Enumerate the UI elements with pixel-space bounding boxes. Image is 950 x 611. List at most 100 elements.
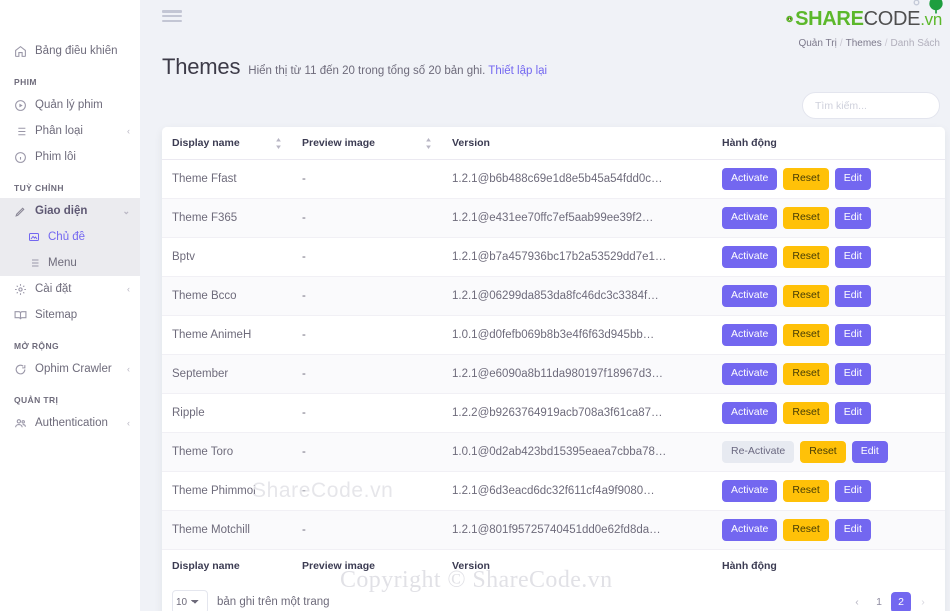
cell-version: 1.0.1@d0fefb069b8b3e4f6f63d945bb… [442, 315, 712, 355]
edit-button[interactable]: Edit [834, 246, 871, 268]
activate-button[interactable]: Re-Activate [722, 441, 795, 463]
reset-button[interactable]: Reset [783, 363, 829, 385]
cell-display-name: September [162, 354, 292, 394]
per-page-select[interactable]: 102550100 [172, 590, 208, 611]
cell-preview-image: - [292, 471, 442, 511]
sidebar-item-sitemap[interactable]: Sitemap [0, 302, 140, 328]
column-header-preview-image[interactable]: Preview image [292, 127, 442, 160]
themes-table-card: Display name Preview image Version Hành độn… [162, 127, 945, 611]
chevron-icon: ‹ [127, 417, 130, 428]
topbar: SHARECODE.vn Quản Trị / Themes / Danh Sách [140, 0, 950, 49]
edit-button[interactable]: Edit [851, 441, 888, 463]
edit-button[interactable]: Edit [834, 168, 871, 190]
activate-button[interactable]: Activate [722, 324, 778, 346]
column-header-display-name[interactable]: Display name [162, 549, 292, 582]
cell-preview-image: - [292, 393, 442, 433]
cell-version: 1.2.2@b9263764919acb708a3f61ca87… [442, 393, 712, 433]
sidebar-item-ph-n-lo-i[interactable]: Phân loại ‹ [0, 118, 140, 144]
cell-display-name: Theme Phimmoi [162, 471, 292, 511]
edit-button[interactable]: Edit [834, 324, 871, 346]
cell-display-name: Theme AnimeH [162, 315, 292, 355]
sidebar-item-label: Chủ đề [48, 231, 86, 243]
column-header-h-nh-ng: Hành động [712, 127, 945, 160]
sidebar-item-label: Phân loại [35, 125, 83, 137]
cell-version: 1.2.1@06299da853da8fc46dc3c3384f… [442, 276, 712, 316]
breadcrumb: Quản Trị / Themes / Danh Sách [786, 38, 948, 49]
table-foot: Display name Preview image Version Hành độn… [162, 549, 945, 582]
cell-preview-image: - [292, 276, 442, 316]
pagination-prev[interactable]: ‹ [847, 592, 867, 611]
logo[interactable]: SHARECODE.vn [786, 0, 948, 36]
pagination-next[interactable]: › [913, 592, 933, 611]
reset-button[interactable]: Reset [800, 441, 846, 463]
column-header-version: Version [442, 549, 712, 582]
reset-button[interactable]: Reset [783, 324, 829, 346]
activate-button[interactable]: Activate [722, 285, 778, 307]
edit-button[interactable]: Edit [834, 207, 871, 229]
sort-icon[interactable] [425, 137, 432, 149]
edit-button[interactable]: Edit [834, 519, 871, 541]
reset-button[interactable]: Reset [783, 519, 829, 541]
sidebar-item-menu[interactable]: Menu [0, 250, 140, 276]
reset-button[interactable]: Reset [783, 246, 829, 268]
logo-vn: .vn [920, 10, 942, 29]
sidebar: Bảng điều khiển PHIM Quản lý phim Phân loại… [0, 0, 140, 611]
reset-settings-link[interactable]: Thiết lập lại [488, 65, 547, 77]
reset-button[interactable]: Reset [783, 402, 829, 424]
pagination-page-1[interactable]: 1 [869, 592, 889, 611]
table-row: Theme Ffast -1.2.1@b6b488c69e1d8e5b45a54f… [162, 159, 945, 199]
cell-preview-image: - [292, 432, 442, 472]
reset-button[interactable]: Reset [783, 207, 829, 229]
table-body: Theme Ffast -1.2.1@b6b488c69e1d8e5b45a54f… [162, 159, 945, 550]
activate-button[interactable]: Activate [722, 207, 778, 229]
app-root: Bảng điều khiển PHIM Quản lý phim Phân loại… [0, 0, 950, 611]
activate-button[interactable]: Activate [722, 363, 778, 385]
activate-button[interactable]: Activate [722, 168, 778, 190]
sidebar-item-qu-n-l-phim[interactable]: Quản lý phim [0, 92, 140, 118]
sidebar-item-c-i-t[interactable]: Cài đặt ‹ [0, 276, 140, 302]
sidebar-item-ch[interactable]: Chủ đề [0, 224, 140, 250]
search-input[interactable] [802, 92, 940, 119]
page-subtitle: Hiển thị từ 11 đến 20 trong tổng số 20 b… [248, 65, 547, 77]
table-row: Theme Motchill -1.2.1@801f95725740451dd0e… [162, 510, 945, 550]
breadcrumb-link[interactable]: Themes [846, 38, 882, 49]
column-header-label: Display name [172, 560, 240, 572]
cell-display-name: Bptv [162, 237, 292, 277]
cell-version: 1.2.1@801f95725740451dd0e62fd8da… [442, 510, 712, 550]
sidebar-item-label: Quản lý phim [35, 99, 103, 111]
breadcrumb-link[interactable]: Quản Trị [798, 38, 836, 49]
activate-button[interactable]: Activate [722, 402, 778, 424]
cell-display-name: Theme Motchill [162, 510, 292, 550]
pagination-page-2[interactable]: 2 [891, 591, 911, 611]
edit-button[interactable]: Edit [834, 402, 871, 424]
edit-button[interactable]: Edit [834, 363, 871, 385]
sidebar-item-ophim-crawler[interactable]: Ophim Crawler ‹ [0, 356, 140, 382]
edit-button[interactable]: Edit [834, 285, 871, 307]
sidebar-item-label: Phim lỗi [35, 151, 76, 163]
cell-display-name: Theme Toro [162, 432, 292, 472]
reset-button[interactable]: Reset [783, 480, 829, 502]
edit-button[interactable]: Edit [834, 480, 871, 502]
search-row [140, 80, 950, 119]
activate-button[interactable]: Activate [722, 480, 778, 502]
activate-button[interactable]: Activate [722, 519, 778, 541]
reset-button[interactable]: Reset [783, 168, 829, 190]
sidebar-section-quản-trị: QUẢN TRỊ [14, 395, 59, 405]
sidebar-item-b-ng-i-u-khi-n[interactable]: Bảng điều khiển [0, 38, 140, 64]
chevron-icon: ‹ [127, 283, 130, 294]
column-header-display-name[interactable]: Display name [162, 127, 292, 160]
column-header-label: Preview image [302, 560, 375, 572]
sidebar-item-giao-di-n[interactable]: Giao diện ⌄ [0, 198, 140, 224]
cell-version: 1.2.1@b6b488c69e1d8e5b45a54fdd0c… [442, 159, 712, 199]
sort-icon[interactable] [275, 137, 282, 149]
column-header-label: Version [452, 560, 490, 572]
activate-button[interactable]: Activate [722, 246, 778, 268]
sidebar-item-authentication[interactable]: Authentication ‹ [0, 410, 140, 436]
sidebar-item-label: Ophim Crawler [35, 363, 112, 375]
page-record-count: Hiển thị từ 11 đến 20 trong tổng số 20 b… [248, 65, 486, 77]
column-header-label: Hành động [722, 560, 777, 572]
column-header-preview-image[interactable]: Preview image [292, 549, 442, 582]
sidebar-item-phim-l-i[interactable]: Phim lỗi [0, 144, 140, 170]
reset-button[interactable]: Reset [783, 285, 829, 307]
hamburger-icon[interactable] [162, 8, 182, 24]
